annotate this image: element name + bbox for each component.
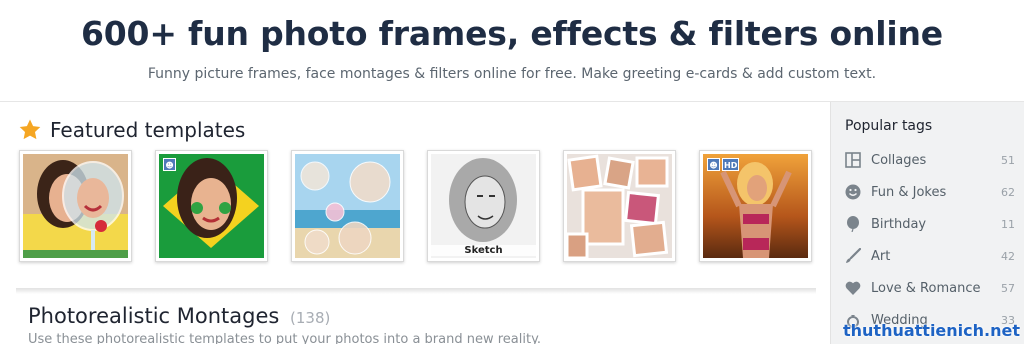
- main-content: Featured templates ☻ Sketch ☻ HD Photore…: [0, 102, 830, 344]
- watermark: thuthuattienich.net: [842, 321, 1020, 340]
- template-image: Sketch: [431, 154, 536, 258]
- template-thumb-brazil-flag[interactable]: ☻: [155, 150, 268, 262]
- badge-group: ☻: [163, 158, 176, 171]
- user-icon: ☻: [707, 158, 720, 171]
- tag-label: Love & Romance: [871, 280, 981, 296]
- tag-fun-jokes[interactable]: Fun & Jokes 62: [845, 181, 1015, 203]
- badge-group: ☻ HD: [707, 158, 740, 171]
- collage-icon: [845, 152, 861, 168]
- user-icon: ☻: [163, 158, 176, 171]
- tag-label: Fun & Jokes: [871, 184, 947, 200]
- star-icon: [19, 119, 41, 140]
- brush-icon: [846, 248, 861, 263]
- section-heading: Photorealistic Montages (138): [28, 304, 330, 328]
- template-thumb-beach-bubbles[interactable]: [291, 150, 404, 262]
- featured-title: Featured templates: [50, 118, 246, 142]
- tag-birthday[interactable]: Birthday 11: [845, 213, 1015, 235]
- template-thumb-wine-glass[interactable]: [19, 150, 132, 262]
- tag-count: 11: [1001, 217, 1015, 231]
- heart-icon: [845, 281, 861, 295]
- smiley-icon: [845, 184, 861, 200]
- tag-love-romance[interactable]: Love & Romance 57: [845, 277, 1015, 299]
- sidebar-title: Popular tags: [845, 118, 933, 134]
- tag-count: 62: [1001, 185, 1015, 199]
- tag-count: 57: [1001, 281, 1015, 295]
- featured-templates-list: ☻ Sketch ☻ HD: [19, 150, 819, 266]
- sidebar: Popular tags Collages 51 Fun & Jokes 62 …: [830, 102, 1024, 344]
- featured-header: Featured templates: [18, 116, 245, 144]
- tag-collages[interactable]: Collages 51: [845, 149, 1015, 171]
- tag-count: 42: [1001, 249, 1015, 263]
- section-description: Use these photorealistic templates to pu…: [28, 332, 542, 344]
- hero: 600+ fun photo frames, effects & filters…: [0, 0, 1024, 102]
- hd-badge: HD: [722, 158, 740, 171]
- page-title: 600+ fun photo frames, effects & filters…: [81, 14, 943, 53]
- template-thumb-sketch[interactable]: Sketch: [427, 150, 540, 262]
- tag-label: Art: [871, 248, 891, 264]
- tag-label: Birthday: [871, 216, 927, 232]
- page-subtitle: Funny picture frames, face montages & fi…: [147, 66, 877, 82]
- sketch-label: Sketch: [431, 245, 536, 256]
- template-image: [23, 154, 128, 258]
- balloon-icon: [847, 216, 859, 232]
- section-count: (138): [290, 309, 331, 327]
- template-thumb-golden-sunset[interactable]: ☻ HD: [699, 150, 812, 262]
- tag-label: Collages: [871, 152, 927, 168]
- section-divider: [16, 288, 816, 294]
- template-image: [295, 154, 400, 258]
- section-title[interactable]: Photorealistic Montages: [28, 304, 279, 328]
- template-image: ☻ HD: [703, 154, 808, 258]
- tag-art[interactable]: Art 42: [845, 245, 1015, 267]
- template-image: [567, 154, 672, 258]
- template-image: ☻: [159, 154, 264, 258]
- template-thumb-photo-collage[interactable]: [563, 150, 676, 262]
- tag-count: 51: [1001, 153, 1015, 167]
